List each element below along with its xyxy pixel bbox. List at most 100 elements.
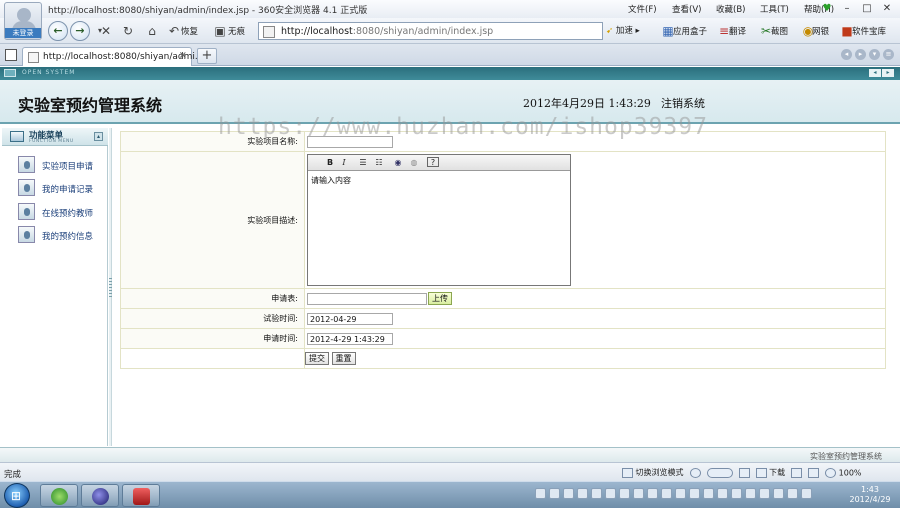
tray-icon[interactable]	[703, 488, 714, 499]
sidebar-item-label[interactable]: 我的申请记录	[42, 183, 93, 195]
refresh-icon[interactable]: ↻	[120, 23, 136, 39]
new-tab-button[interactable]: +	[197, 48, 217, 64]
taskbar-clock[interactable]: 1:43 2012/4/29	[845, 485, 895, 505]
maximize-button[interactable]: □	[858, 2, 876, 15]
app-box-button[interactable]: 应用盒子	[673, 25, 707, 37]
editor-content[interactable]: 请输入内容	[311, 175, 351, 186]
unordered-list-icon[interactable]: ☷	[373, 157, 385, 168]
tray-icon[interactable]	[619, 488, 630, 499]
tab-active[interactable]: http://localhost:8080/shiyan/admi... ×	[22, 47, 204, 66]
download-button[interactable]: 下载	[755, 467, 785, 478]
menu-file[interactable]: 文件(F)	[628, 3, 666, 15]
zoom-control[interactable]: 100%	[825, 467, 862, 478]
minimize-button[interactable]: –	[838, 2, 856, 15]
unlink-icon[interactable]: ◍	[408, 157, 420, 168]
tray-icon[interactable]	[647, 488, 658, 499]
menu-favorites[interactable]: 收藏(B)	[716, 3, 754, 15]
globe-icon[interactable]	[689, 467, 701, 478]
incognito-button[interactable]: 无痕	[228, 25, 245, 37]
tray-icon[interactable]	[773, 488, 784, 499]
home-icon[interactable]: ⌂	[144, 23, 160, 39]
submit-button[interactable]: 提交	[305, 352, 329, 365]
sidebar-splitter[interactable]	[109, 128, 112, 446]
reset-button[interactable]: 重置	[331, 352, 356, 365]
tab-close-icon[interactable]: ×	[179, 50, 187, 61]
file-path-input[interactable]	[307, 292, 427, 305]
sidebar-item-label[interactable]: 在线预约教师	[42, 207, 93, 219]
menu-tools[interactable]: 工具(T)	[760, 3, 798, 15]
tray-icon[interactable]	[563, 488, 574, 499]
toggle-switch-icon[interactable]	[706, 467, 733, 478]
forward-button[interactable]: →	[70, 21, 90, 41]
italic-icon[interactable]: I	[338, 157, 350, 168]
back-button[interactable]: ←	[48, 21, 68, 41]
restore-icon[interactable]: ↶	[166, 23, 182, 39]
tray-icon[interactable]	[689, 488, 700, 499]
address-bar[interactable]: http://localhost:8080/shiyan/admin/index…	[258, 22, 603, 40]
tray-icon[interactable]	[633, 488, 644, 499]
sidebar-collapse-icon[interactable]: ▴	[94, 132, 103, 141]
tray-icon[interactable]	[675, 488, 686, 499]
user-avatar[interactable]: 未登录	[4, 2, 42, 40]
bold-icon[interactable]: B	[324, 157, 336, 168]
link-icon[interactable]: ◉	[392, 157, 404, 168]
sidebar-item-records[interactable]: 我的申请记录	[18, 179, 106, 197]
sidebar-item-apply[interactable]: 实验项目申请	[18, 156, 106, 174]
tab-list-icon[interactable]: ▾	[869, 49, 880, 60]
tray-icon[interactable]	[661, 488, 672, 499]
project-name-input[interactable]	[307, 135, 393, 148]
stop-icon[interactable]: ✕	[98, 23, 114, 39]
start-button[interactable]: ⊞	[4, 483, 30, 508]
incognito-icon[interactable]: ▣	[212, 23, 228, 39]
sidebar-item-reservations[interactable]: 我的预约信息	[18, 226, 106, 244]
window-icon[interactable]	[791, 467, 803, 478]
restore-button[interactable]: 恢复	[181, 25, 198, 37]
exp-time-label: 试验时间:	[120, 308, 305, 329]
speedup-button[interactable]: ➹ 加速 ▸	[606, 22, 652, 40]
screenshot-button[interactable]: 截图	[771, 25, 788, 37]
address-url[interactable]: http://localhost:8080/shiyan/admin/index…	[281, 26, 493, 37]
logout-link[interactable]: 注销系统	[661, 95, 705, 111]
strip-prev-icon[interactable]: ◂	[869, 69, 881, 77]
upload-button[interactable]: 上传	[428, 292, 452, 305]
tray-icon[interactable]	[535, 488, 546, 499]
taskbar-eclipse[interactable]	[81, 484, 119, 507]
sidebar-item-teacher[interactable]: 在线预约教师	[18, 203, 106, 221]
mode-switch-button[interactable]: 切换浏览模式	[622, 467, 684, 478]
sidebar-toggle-icon[interactable]	[5, 49, 17, 61]
apply-time-input[interactable]: 2012-4-29 1:43:29	[307, 332, 393, 345]
tray-icon[interactable]	[745, 488, 756, 499]
splitter-grip-icon[interactable]	[109, 278, 112, 298]
tray-icon[interactable]	[787, 488, 798, 499]
tab-bar: http://localhost:8080/shiyan/admi... × +…	[0, 44, 900, 66]
menu-view[interactable]: 查看(V)	[672, 3, 710, 15]
exp-time-input[interactable]: 2012-04-29	[307, 312, 393, 325]
software-button[interactable]: 软件宝库	[852, 25, 886, 37]
tray-icon[interactable]	[605, 488, 616, 499]
skin-icon[interactable]: ♥	[818, 2, 836, 15]
rich-text-editor[interactable]: B I ☰ ☷ ◉ ◍ ? 请输入内容	[307, 154, 571, 286]
ordered-list-icon[interactable]: ☰	[357, 157, 369, 168]
chart-icon[interactable]	[738, 467, 750, 478]
tab-scroll-left-icon[interactable]: ◂	[841, 49, 852, 60]
tray-icon[interactable]	[801, 488, 812, 499]
help-icon[interactable]: ?	[427, 157, 439, 167]
tab-menu-icon[interactable]: ≡	[883, 49, 894, 60]
close-button[interactable]: ✕	[878, 2, 896, 15]
sidebar-item-label[interactable]: 实验项目申请	[42, 160, 93, 172]
tab-scroll-right-icon[interactable]: ▸	[855, 49, 866, 60]
translate-button[interactable]: 翻译	[729, 25, 746, 37]
taskbar-ie[interactable]	[40, 484, 78, 507]
ebank-button[interactable]: 网银	[812, 25, 829, 37]
tray-icon[interactable]	[717, 488, 728, 499]
tray-icon[interactable]	[731, 488, 742, 499]
strip-next-icon[interactable]: ▸	[882, 69, 894, 77]
speaker-icon[interactable]	[808, 467, 820, 478]
tray-icon[interactable]	[591, 488, 602, 499]
taskbar-app[interactable]	[122, 484, 160, 507]
menu-icon	[10, 131, 24, 142]
sidebar-item-label[interactable]: 我的预约信息	[42, 230, 93, 242]
tray-icon[interactable]	[759, 488, 770, 499]
tray-icon[interactable]	[577, 488, 588, 499]
tray-icon[interactable]	[549, 488, 560, 499]
